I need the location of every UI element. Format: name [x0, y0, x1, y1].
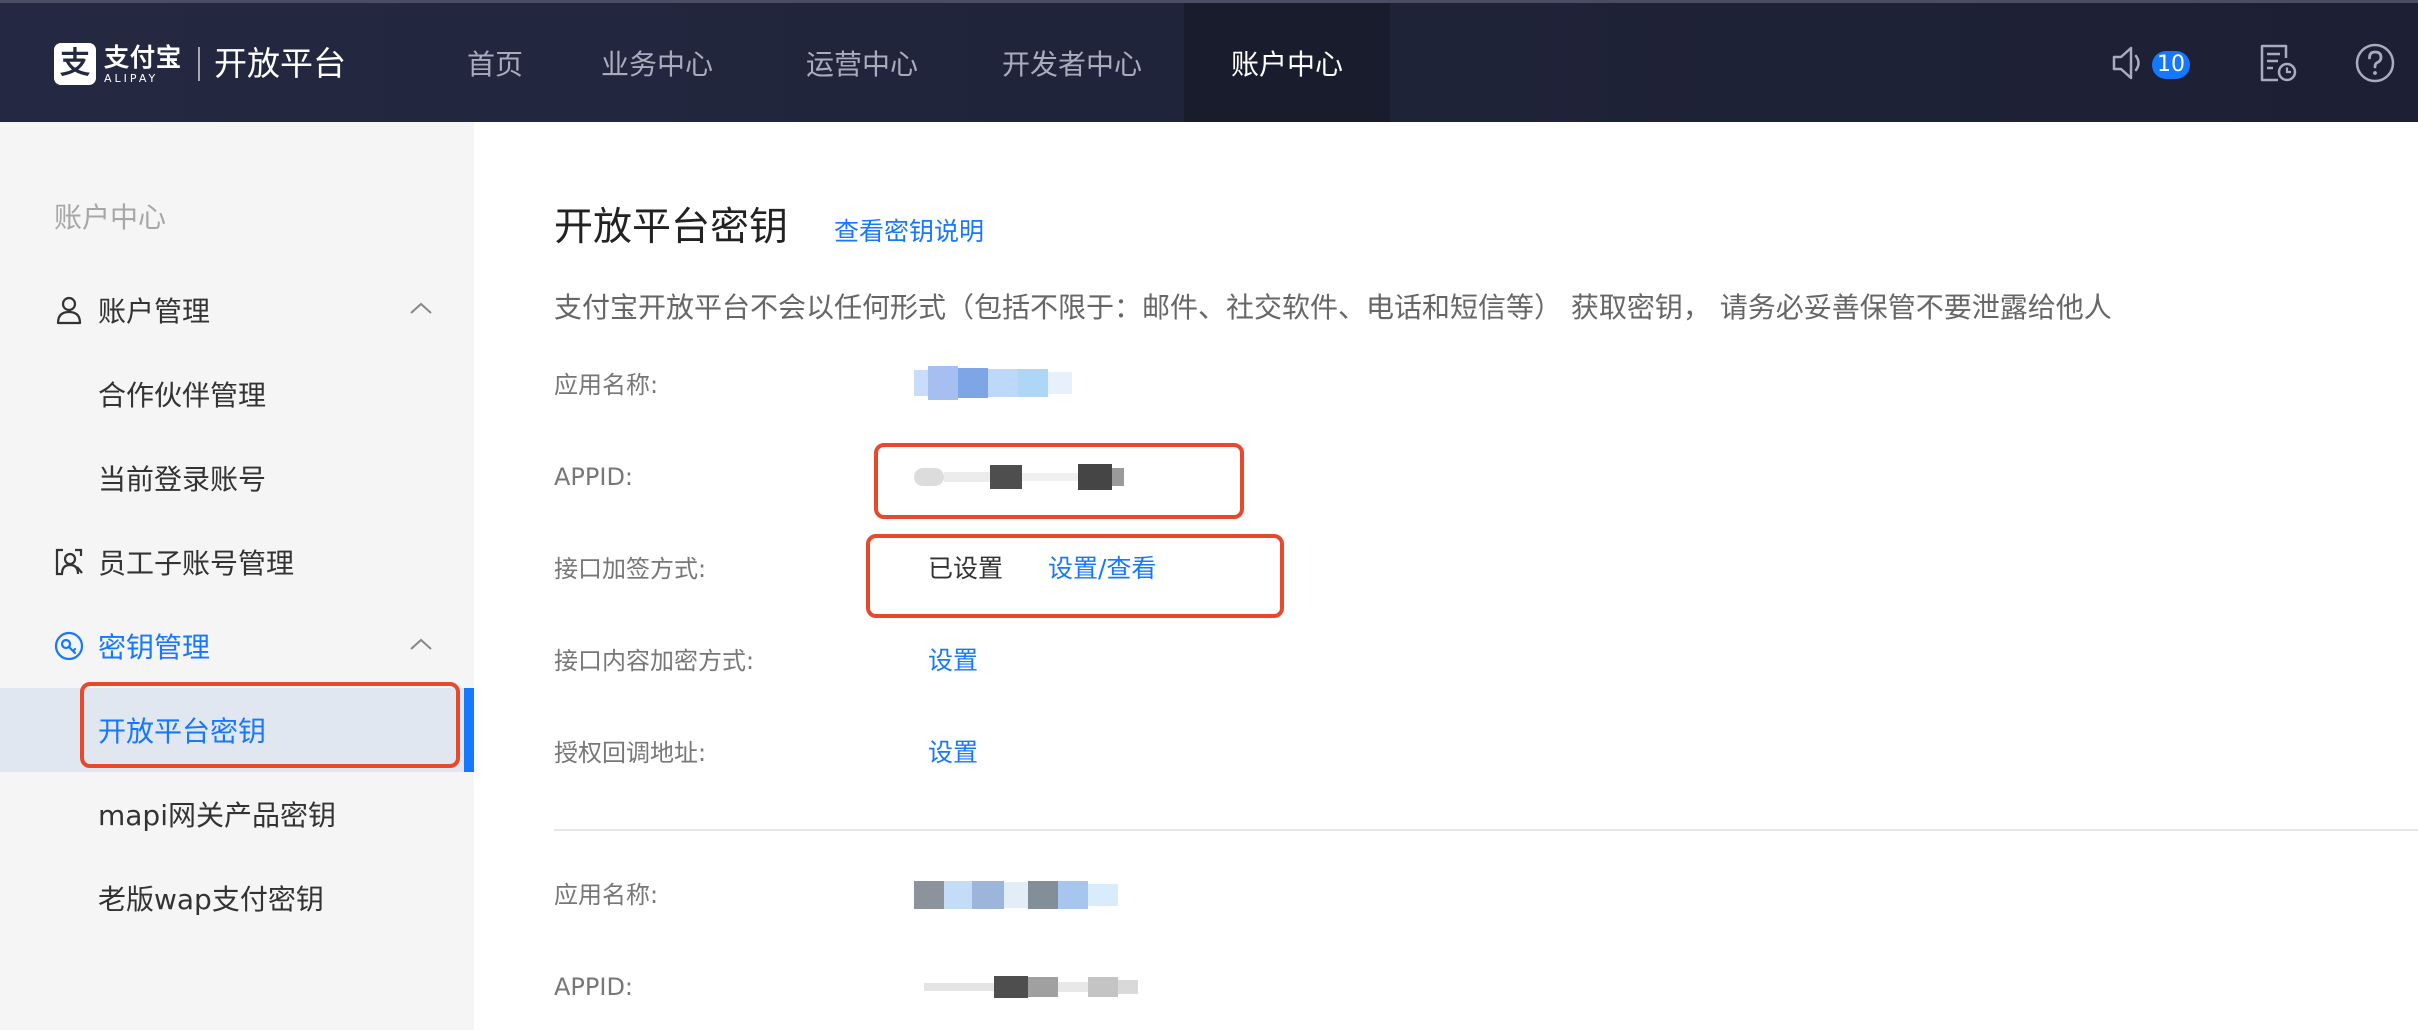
notification-button[interactable]: 10	[2108, 41, 2198, 85]
sidebar-item-mapi-gateway-key[interactable]: mapi网关产品密钥	[98, 794, 336, 834]
sidebar-group-label: 员工子账号管理	[98, 547, 295, 580]
app-name-redacted	[914, 880, 1118, 910]
chevron-up-icon	[410, 638, 432, 650]
logo-wordmark: 支付宝 ALIPAY	[104, 42, 183, 85]
task-button[interactable]	[2256, 41, 2300, 85]
nav-developer-center[interactable]: 开发者中心	[960, 3, 1184, 122]
sign-method-label: 接口加签方式:	[554, 555, 707, 583]
sidebar-item-legacy-wap-key[interactable]: 老版wap支付密钥	[98, 878, 324, 918]
sidebar-group-key-management[interactable]: 密钥管理	[54, 626, 434, 666]
app-name-label: 应用名称:	[554, 371, 659, 399]
page-title: 开放平台密钥	[554, 205, 789, 250]
sidebar-group-label: 密钥管理	[98, 631, 211, 664]
app-name-label: 应用名称:	[554, 881, 659, 909]
nav-operation-center[interactable]: 运营中心	[764, 3, 960, 122]
alipay-logo-icon: 支	[54, 43, 96, 85]
appid-redacted	[924, 974, 1138, 1000]
staff-id-icon	[54, 547, 84, 577]
brand-divider	[198, 47, 201, 81]
key-circle-icon	[54, 631, 84, 661]
security-notice: 支付宝开放平台不会以任何形式（包括不限于：邮件、社交软件、电话和短信等） 获取密…	[554, 291, 2112, 324]
view-key-docs-link[interactable]: 查看密钥说明	[834, 214, 984, 250]
sidebar-item-current-login-account[interactable]: 当前登录账号	[98, 458, 266, 498]
document-clock-icon	[2260, 44, 2297, 82]
top-navigation-bar: 支 支付宝 ALIPAY 开放平台 首页 业务中心 运营中心 开发者中心 账户中…	[0, 0, 2418, 122]
sidebar-heading: 账户中心	[54, 201, 167, 234]
brand-logo[interactable]: 支 支付宝 ALIPAY 开放平台	[54, 41, 346, 87]
logo-text-en: ALIPAY	[104, 71, 159, 85]
content-encryption-settings-link[interactable]: 设置	[928, 643, 978, 679]
help-button[interactable]	[2354, 41, 2398, 85]
callback-url-label: 授权回调地址:	[554, 739, 707, 767]
highlight-box-sidebar	[80, 682, 460, 768]
help-circle-icon	[2355, 43, 2395, 83]
platform-title: 开放平台	[214, 44, 347, 83]
highlight-box-sign-method	[866, 534, 1284, 618]
notification-count-badge: 10	[2152, 51, 2190, 79]
appid-label: APPID:	[554, 973, 634, 1001]
main-nav: 首页 业务中心 运营中心 开发者中心 账户中心	[440, 3, 1390, 122]
callback-url-settings-link[interactable]: 设置	[928, 735, 978, 771]
sidebar-group-account-management[interactable]: 账户管理	[54, 290, 434, 330]
nav-business-center[interactable]: 业务中心	[550, 3, 764, 122]
chevron-up-icon	[410, 302, 432, 314]
sidebar-item-partner-management[interactable]: 合作伙伴管理	[98, 374, 266, 414]
appid-label: APPID:	[554, 463, 634, 491]
app-section-divider	[554, 829, 2418, 831]
sidebar-active-indicator	[464, 688, 474, 772]
user-icon	[54, 295, 84, 325]
sidebar-group-staff-accounts[interactable]: 员工子账号管理	[54, 542, 434, 582]
sidebar-group-label: 账户管理	[98, 295, 211, 328]
app-name-redacted	[914, 366, 1072, 400]
logo-text-cn: 支付宝	[104, 42, 183, 72]
highlight-box-appid	[874, 443, 1244, 519]
sidebar: 账户中心 账户管理 合作伙伴管理 当前登录账号 员工子账号管理 密钥管理 开放平…	[0, 122, 474, 1030]
nav-account-center[interactable]: 账户中心	[1184, 3, 1390, 122]
speaker-icon	[2112, 46, 2140, 80]
content-encryption-label: 接口内容加密方式:	[554, 647, 755, 675]
nav-home[interactable]: 首页	[440, 3, 550, 122]
